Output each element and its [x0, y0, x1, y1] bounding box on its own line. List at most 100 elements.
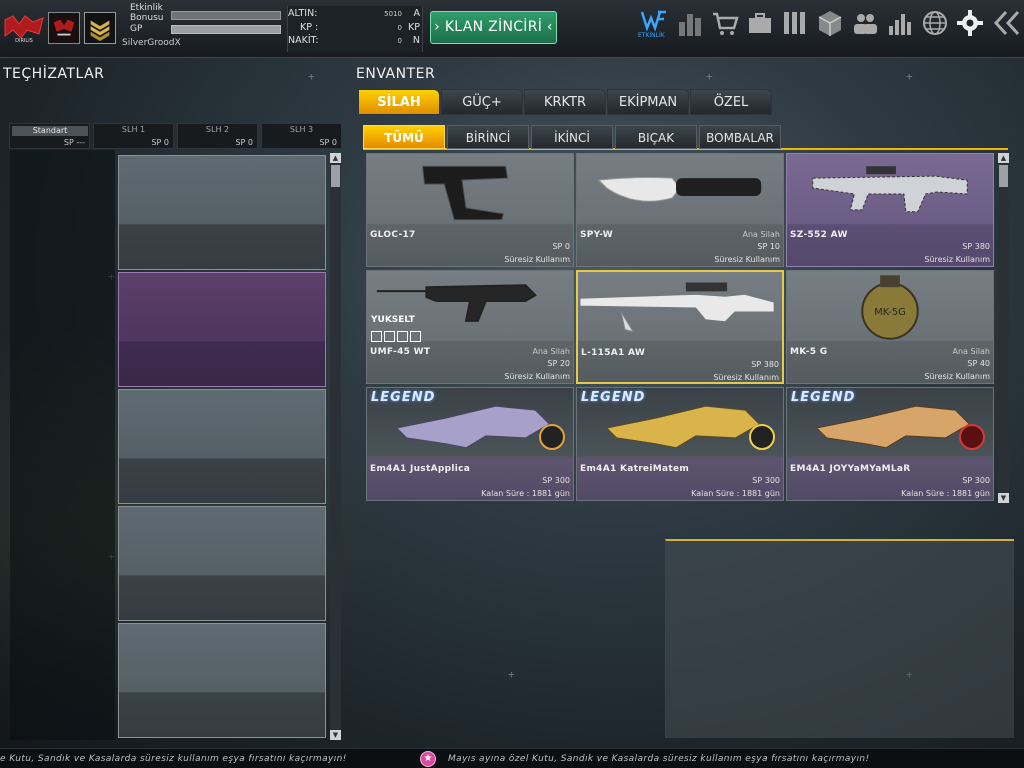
item-card[interactable]: MK-5G MK-5 G Ana Silah SP 40 Süresiz Kul… — [786, 270, 994, 384]
item-card[interactable]: LEGEND Em4A1 KatreiMatem SP 300 Kalan Sü… — [576, 387, 784, 501]
item-name: SZ-552 AW — [790, 230, 848, 240]
gp-label: GP — [130, 24, 143, 34]
item-preview-panel — [665, 539, 1014, 738]
loadout-scrollbar[interactable]: ▲ ▼ — [330, 153, 341, 740]
tab-name: SLH 3 — [289, 125, 314, 134]
gp-bar — [171, 25, 281, 34]
item-card[interactable]: LEGEND Em4A1 JustApplica SP 300 Kalan Sü… — [366, 387, 574, 501]
tab-krktr[interactable]: KRKTR — [524, 89, 606, 115]
assault-rifle-icon — [787, 154, 993, 228]
legend-label: LEGEND — [371, 390, 436, 405]
etkinlik-logo-icon[interactable]: ETKİNLİK — [638, 8, 668, 39]
event-bonus-bar — [171, 11, 281, 20]
filter-primary[interactable]: BİRİNCİ — [447, 125, 529, 149]
item-name: L-115A1 AW — [581, 348, 646, 358]
loadout-slot-knife[interactable] — [118, 389, 326, 504]
clan-chain-button[interactable]: › KLAN ZİNCİRİ ‹ — [430, 11, 557, 44]
ticker-text: e Kutu, Sandık ve Kasalarda süresiz kull… — [0, 754, 347, 764]
clan-emblem-icon[interactable]: DIRILIS — [3, 12, 45, 44]
stats-building-icon[interactable] — [676, 8, 704, 38]
tab-sp: SP 0 — [151, 138, 169, 147]
scroll-up-icon[interactable]: ▲ — [330, 153, 341, 163]
kp-row: KP : 0 KP — [288, 22, 424, 35]
rank-chevron-icon — [84, 12, 116, 44]
item-card[interactable]: GLOC-17 SP 0 Süresiz Kullanım — [366, 153, 574, 267]
tab-name: Standart — [12, 126, 88, 136]
tab-standart[interactable]: Standart SP --- — [9, 123, 90, 149]
kp-value: 0 — [397, 24, 402, 32]
item-card[interactable]: LEGEND EM4A1 JOYYaMYaMLaR SP 300 Kalan S… — [786, 387, 994, 501]
item-name: UMF-45 WT — [370, 347, 431, 357]
inventory-grid: GLOC-17 SP 0 Süresiz Kullanım SPY-W Ana … — [366, 153, 996, 503]
item-card-selected[interactable]: L-115A1 AW SP 380 Süresiz Kullanım — [576, 270, 784, 384]
item-sp: SP 0 — [552, 242, 570, 251]
event-bonus-label: Etkinlik Bonusu — [130, 3, 164, 23]
item-usage: Süresiz Kullanım — [924, 255, 990, 264]
currency-panel: ALTIN: 5010 A KP : 0 KP NAKİT: 0 N — [287, 6, 423, 52]
plus-marker: + — [308, 70, 315, 83]
grenade-label: MK-5G — [874, 307, 906, 318]
loadout-slot-secondary[interactable] — [118, 272, 326, 387]
legend-label: LEGEND — [791, 390, 856, 405]
filter-knife[interactable]: BIÇAK — [615, 125, 697, 149]
item-card[interactable]: YUKSELT UMF-45 WT Ana Silah SP 20 Süresi… — [366, 270, 574, 384]
inventory-main-tabs: SİLAH GÜÇ+ KRKTR EKİPMAN ÖZEL — [358, 89, 778, 115]
tab-ozel[interactable]: ÖZEL — [690, 89, 772, 115]
tab-guc[interactable]: GÜÇ+ — [441, 89, 523, 115]
upgrade-label: YUKSELT — [371, 315, 415, 325]
item-name: Em4A1 JustApplica — [370, 464, 471, 474]
plus-marker: + — [706, 70, 713, 83]
ticker-text: Mayıs ayına özel Kutu, Sandık ve Kasalar… — [448, 754, 870, 764]
scroll-up-icon[interactable]: ▲ — [998, 153, 1009, 163]
plus-marker: + — [906, 70, 913, 83]
exit-arrow-icon[interactable] — [992, 8, 1020, 38]
crate-icon[interactable] — [816, 8, 844, 38]
briefcase-icon[interactable] — [746, 8, 774, 38]
loadout-slot-primary[interactable] — [118, 155, 326, 270]
scroll-thumb[interactable] — [999, 165, 1008, 187]
tab-silah[interactable]: SİLAH — [358, 89, 440, 115]
tab-slh1[interactable]: SLH 1 SP 0 — [93, 123, 174, 149]
item-card[interactable]: SZ-552 AW SP 380 Süresiz Kullanım — [786, 153, 994, 267]
friends-icon[interactable] — [851, 8, 879, 38]
kp-unit: KP — [408, 22, 420, 33]
tab-name: SLH 1 — [121, 125, 146, 134]
scroll-down-icon[interactable]: ▼ — [330, 730, 341, 740]
item-sp: SP 380 — [962, 242, 990, 251]
scroll-thumb[interactable] — [331, 165, 340, 187]
tab-slh3[interactable]: SLH 3 SP 0 — [261, 123, 342, 149]
filter-all[interactable]: TÜMÜ — [363, 125, 445, 149]
item-usage: Süresiz Kullanım — [714, 255, 780, 264]
filter-grenades[interactable]: BOMBALAR — [699, 125, 781, 149]
legend-label: LEGEND — [581, 390, 646, 405]
svg-text:DIRILIS: DIRILIS — [15, 38, 33, 44]
inventory-scrollbar[interactable]: ▲ ▼ — [998, 153, 1009, 503]
inventory-icon[interactable] — [781, 8, 809, 38]
loadout-slot-grenade[interactable] — [118, 506, 326, 621]
item-card[interactable]: SPY-W Ana Silah SP 10 Süresiz Kullanım — [576, 153, 784, 267]
shop-cart-icon[interactable] — [711, 8, 739, 38]
item-sp: SP 300 — [752, 476, 780, 485]
tab-ekipman[interactable]: EKİPMAN — [607, 89, 689, 115]
tab-slh2[interactable]: SLH 2 SP 0 — [177, 123, 258, 149]
item-sp: SP 300 — [962, 476, 990, 485]
settings-gear-icon[interactable] — [956, 8, 984, 38]
badge-icon — [749, 424, 775, 450]
scroll-down-icon[interactable]: ▼ — [998, 493, 1009, 503]
clan-badge-icon[interactable] — [48, 12, 80, 44]
loadout-category-column — [10, 150, 115, 740]
item-name: GLOC-17 — [370, 230, 416, 240]
etkinlik-label: ETKİNLİK — [638, 32, 665, 39]
player-name: SilverGroodX — [122, 38, 181, 48]
loadout-slot-tabs: Standart SP --- SLH 1 SP 0 SLH 2 SP 0 SL… — [9, 123, 344, 150]
item-sp: SP 380 — [751, 360, 779, 369]
globe-icon[interactable] — [921, 8, 949, 38]
gold-row: ALTIN: 5010 A — [288, 8, 424, 21]
ticker-star-icon: ★ — [420, 751, 436, 767]
cash-row: NAKİT: 0 N — [288, 35, 424, 48]
item-name: Em4A1 KatreiMatem — [580, 464, 690, 474]
ranking-icon[interactable] — [886, 8, 914, 38]
loadout-slot-special[interactable] — [118, 623, 326, 738]
tab-sp: SP --- — [63, 138, 85, 147]
filter-secondary[interactable]: İKİNCİ — [531, 125, 613, 149]
